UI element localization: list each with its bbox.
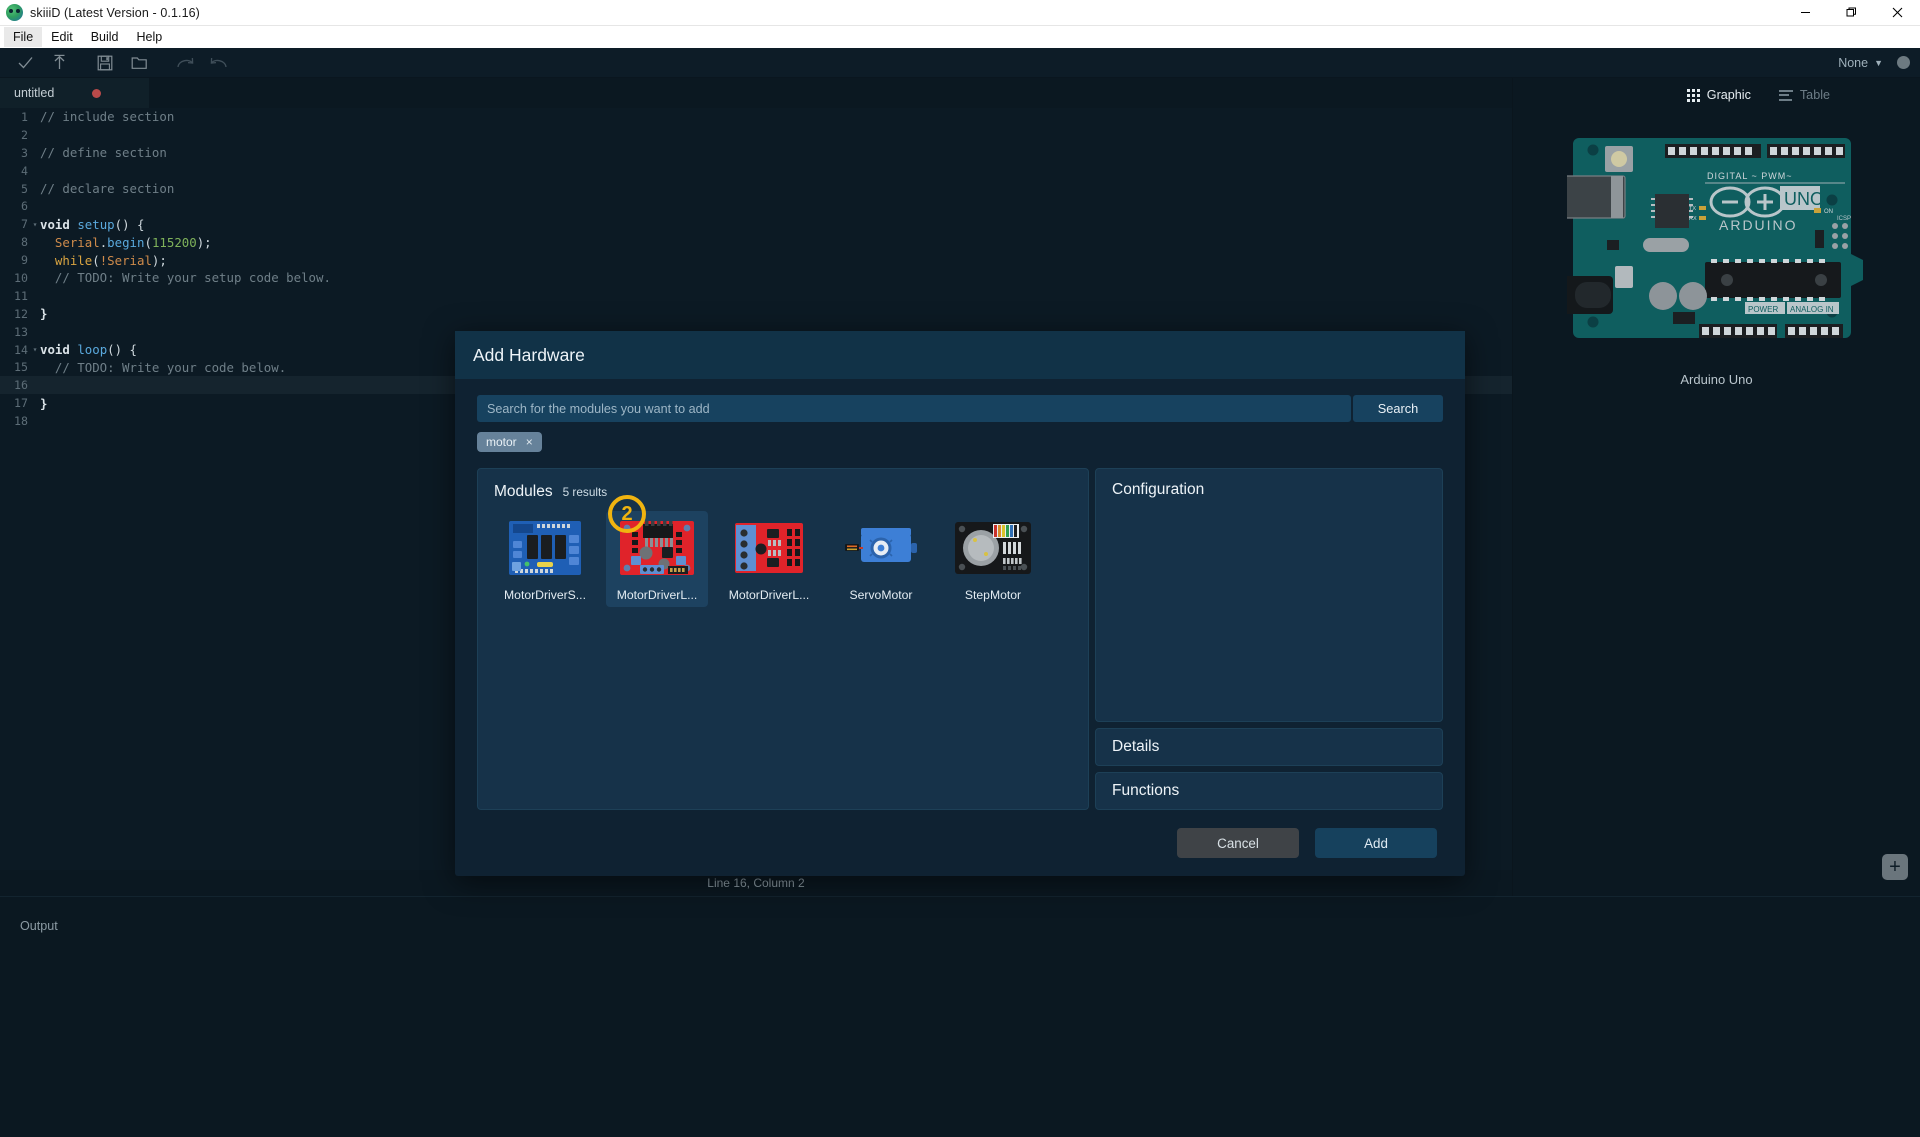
step-annotation-badge: 2 — [608, 495, 646, 533]
modules-grid: MotorDriverS... MotorDriverL... 2 MotorD… — [494, 495, 1072, 607]
modules-result-count: 5 results — [562, 485, 608, 499]
module-name: ServoMotor — [849, 588, 913, 602]
modules-panel: Modules 5 results MotorDriverS... MotorD… — [477, 468, 1089, 810]
functions-title: Functions — [1112, 782, 1180, 799]
search-chip-motor[interactable]: motor × — [477, 432, 542, 452]
modules-title: Modules — [494, 483, 553, 500]
module-card-motor-driver-l9110-red[interactable]: MotorDriverL... — [718, 511, 820, 607]
configuration-title: Configuration — [1112, 481, 1205, 498]
add-button[interactable]: Add — [1315, 828, 1437, 858]
dialog-header: Add Hardware — [455, 331, 1465, 379]
cancel-button[interactable]: Cancel — [1177, 828, 1299, 858]
module-name: StepMotor — [964, 588, 1022, 602]
search-chips: motor × — [477, 432, 1443, 454]
dialog-panels: Modules 5 results MotorDriverS... MotorD… — [477, 468, 1443, 810]
module-search-input[interactable] — [477, 395, 1351, 422]
dialog-title: Add Hardware — [473, 344, 585, 365]
module-card-servo-motor-blue[interactable]: ServoMotor — [830, 511, 932, 607]
motor-driver-shield-blue-icon — [501, 517, 589, 579]
configuration-column: Configuration Details Functions — [1095, 468, 1443, 810]
functions-panel[interactable]: Functions — [1095, 772, 1443, 810]
dialog-body: Search motor × Modules 5 results — [455, 379, 1465, 810]
module-card-motor-driver-shield-blue[interactable]: MotorDriverS... — [494, 511, 596, 607]
modules-header: Modules 5 results — [494, 483, 1072, 501]
module-name: MotorDriverL... — [616, 588, 698, 602]
module-name: MotorDriverS... — [504, 588, 586, 602]
servo-motor-blue-icon — [837, 517, 925, 579]
module-card-step-motor-black[interactable]: StepMotor — [942, 511, 1044, 607]
close-icon[interactable]: × — [526, 435, 533, 449]
dialog-footer: Cancel Add — [455, 810, 1465, 876]
search-button[interactable]: Search — [1353, 395, 1443, 422]
step-motor-black-icon — [949, 517, 1037, 579]
details-title: Details — [1112, 738, 1160, 755]
module-name: MotorDriverL... — [728, 588, 810, 602]
motor-driver-l9110-red-icon — [725, 517, 813, 579]
details-panel[interactable]: Details — [1095, 728, 1443, 766]
search-chip-label: motor — [486, 435, 517, 449]
configuration-panel: Configuration — [1095, 468, 1443, 722]
search-row: Search — [477, 395, 1443, 422]
add-hardware-dialog: Add Hardware Search motor × Modules 5 re… — [455, 331, 1465, 876]
modal-overlay: Add Hardware Search motor × Modules 5 re… — [0, 0, 1920, 1137]
